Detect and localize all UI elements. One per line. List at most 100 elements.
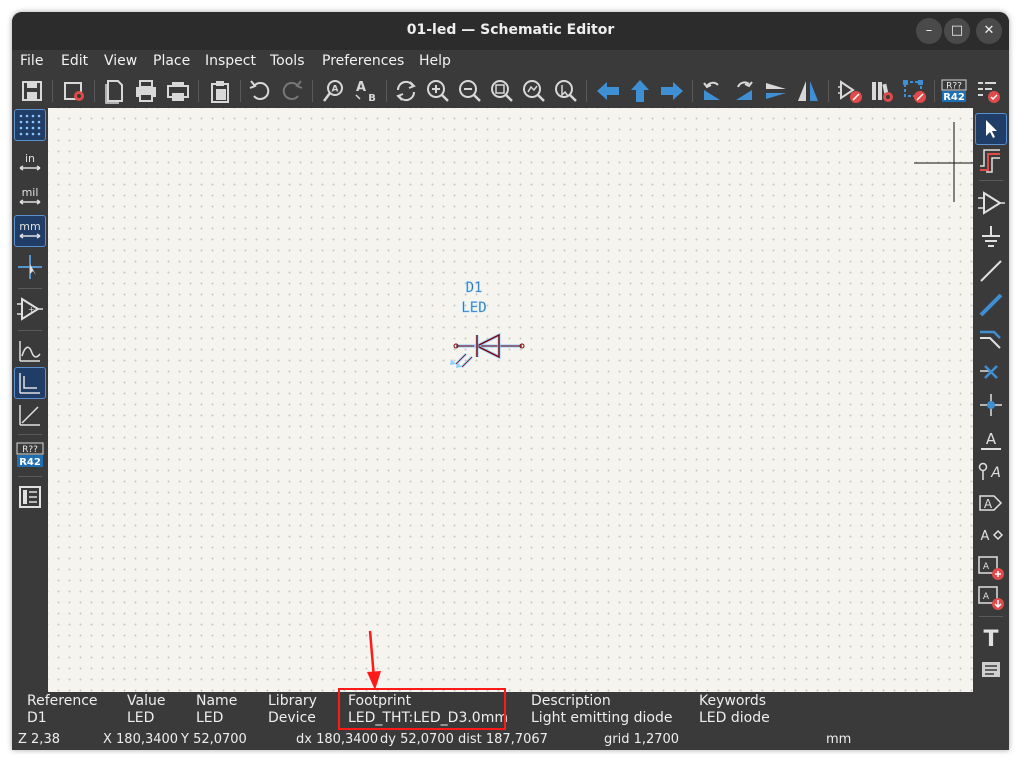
rotate-ccw-icon[interactable] [698,77,726,105]
menu-place[interactable]: Place [153,53,190,69]
navigate-forward-icon[interactable] [658,77,686,105]
mirror-vertical-icon[interactable] [762,77,790,105]
toolbar-separator [692,80,693,102]
status-dist: dist 187,7067 [458,732,548,747]
add-junction-icon[interactable] [976,390,1006,420]
mirror-horizontal-icon[interactable] [794,77,822,105]
annotate-icon[interactable]: R?? R42 [940,77,968,105]
toolbar-separator [979,180,1003,181]
highlight-net-icon[interactable] [976,146,1006,176]
menu-file[interactable]: File [20,53,43,69]
zoom-fit-icon[interactable] [488,77,516,105]
find-icon[interactable]: A [320,77,348,105]
status-zoom: Z 2,38 [18,732,60,747]
add-hierarchical-label-icon[interactable]: A [976,520,1006,550]
menu-help[interactable]: Help [419,53,451,69]
info-header: Reference [27,693,98,709]
annotate-badge-top: R?? [946,82,962,92]
print-icon[interactable] [132,77,160,105]
maximize-button[interactable]: □ [944,18,970,44]
navigate-up-icon[interactable] [626,77,654,105]
status-x: X 180,3400 [103,732,179,747]
info-value: LED_THT:LED_D3.0mm [348,710,508,726]
footprint-assignment-icon[interactable] [900,77,928,105]
zoom-out-icon[interactable] [456,77,484,105]
refresh-icon[interactable] [392,77,420,105]
add-symbol-icon[interactable] [976,188,1006,218]
paste-icon[interactable] [206,77,234,105]
navigate-back-icon[interactable] [594,77,622,105]
menu-edit[interactable]: Edit [61,53,88,69]
grid-toggle-icon[interactable] [14,109,46,141]
no-connect-icon[interactable] [976,356,1006,386]
cursor-crosshair-icon[interactable] [15,252,45,282]
redo-icon[interactable] [278,77,306,105]
add-bus-icon[interactable] [976,290,1006,320]
add-global-label-icon[interactable]: A [976,488,1006,518]
add-bus-entry-icon[interactable] [976,324,1006,354]
toolbar-separator [828,80,829,102]
zoom-objects-icon[interactable] [520,77,548,105]
add-power-icon[interactable] [976,222,1006,252]
undo-icon[interactable] [246,77,274,105]
svg-text:+: + [28,305,35,314]
menu-tools[interactable]: Tools [270,53,305,69]
hierarchy-navigator-icon[interactable]: + [15,294,45,324]
symbol-library-browser-icon[interactable] [868,77,896,105]
units-inches-icon[interactable]: in [15,148,45,178]
info-keywords: Keywords LED diode [699,693,770,727]
units-inches-label: in [25,152,35,165]
units-mm-icon[interactable]: mm [14,215,46,247]
schematic-canvas[interactable]: D1 LED [48,108,973,692]
plot-icon[interactable] [164,77,192,105]
import-sheet-pin-icon[interactable]: A [976,582,1006,612]
save-icon[interactable] [18,77,46,105]
add-label-icon[interactable]: A [976,424,1006,454]
toolbar-separator [312,80,313,102]
annotate-left-icon[interactable]: R?? R42 [15,440,45,470]
page-settings-icon[interactable] [100,77,128,105]
info-reference: Reference D1 [27,693,98,727]
toolbar-separator [52,80,53,102]
info-library: Library Device [268,693,317,727]
properties-panel-icon[interactable] [15,482,45,512]
sheet-glyph: A [983,562,990,572]
schematic-setup-icon[interactable] [60,77,88,105]
hierarchical-label-glyph: A [981,529,990,544]
info-value-field: Value LED [127,693,165,727]
info-value: Light emitting diode [531,710,673,726]
add-net-class-label-icon[interactable]: A [976,456,1006,486]
annotate-badge-bottom: R42 [943,92,965,103]
main-toolbar: A AB R?? R42 [12,74,1009,108]
add-wire-icon[interactable] [976,256,1006,286]
add-textbox-icon[interactable] [976,654,1006,684]
line-mode-45-icon[interactable] [15,400,45,430]
select-tool-icon[interactable] [975,113,1007,145]
line-mode-free-icon[interactable] [15,336,45,366]
menu-inspect[interactable]: Inspect [205,53,256,69]
add-sheet-icon[interactable]: A [976,552,1006,582]
info-header: Description [531,693,611,709]
menu-view[interactable]: View [104,53,137,69]
units-mils-icon[interactable]: mil [15,182,45,212]
info-value: D1 [27,710,47,726]
led-symbol[interactable]: D1 LED [450,280,525,368]
rotate-cw-icon[interactable] [730,77,758,105]
toolbar-separator [18,476,42,477]
minimize-button[interactable]: – [916,18,942,44]
units-mils-label: mil [22,186,39,199]
toolbar-separator [18,330,42,331]
erc-icon[interactable] [974,77,1002,105]
status-bar: Z 2,38 X 180,3400 Y 52,0700 dx 180,3400 … [12,730,1009,750]
zoom-selection-icon[interactable] [552,77,580,105]
close-button[interactable]: ✕ [976,18,1002,44]
menu-preferences[interactable]: Preferences [322,53,404,69]
status-grid: grid 1,2700 [604,732,680,747]
toolbar-separator [934,80,935,102]
zoom-in-icon[interactable] [424,77,452,105]
line-mode-90-icon[interactable] [14,367,46,399]
symbol-editor-icon[interactable] [836,77,864,105]
add-text-icon[interactable]: T [976,622,1006,652]
label-tool-glyph: A [986,430,997,448]
find-replace-icon[interactable]: AB [352,77,380,105]
